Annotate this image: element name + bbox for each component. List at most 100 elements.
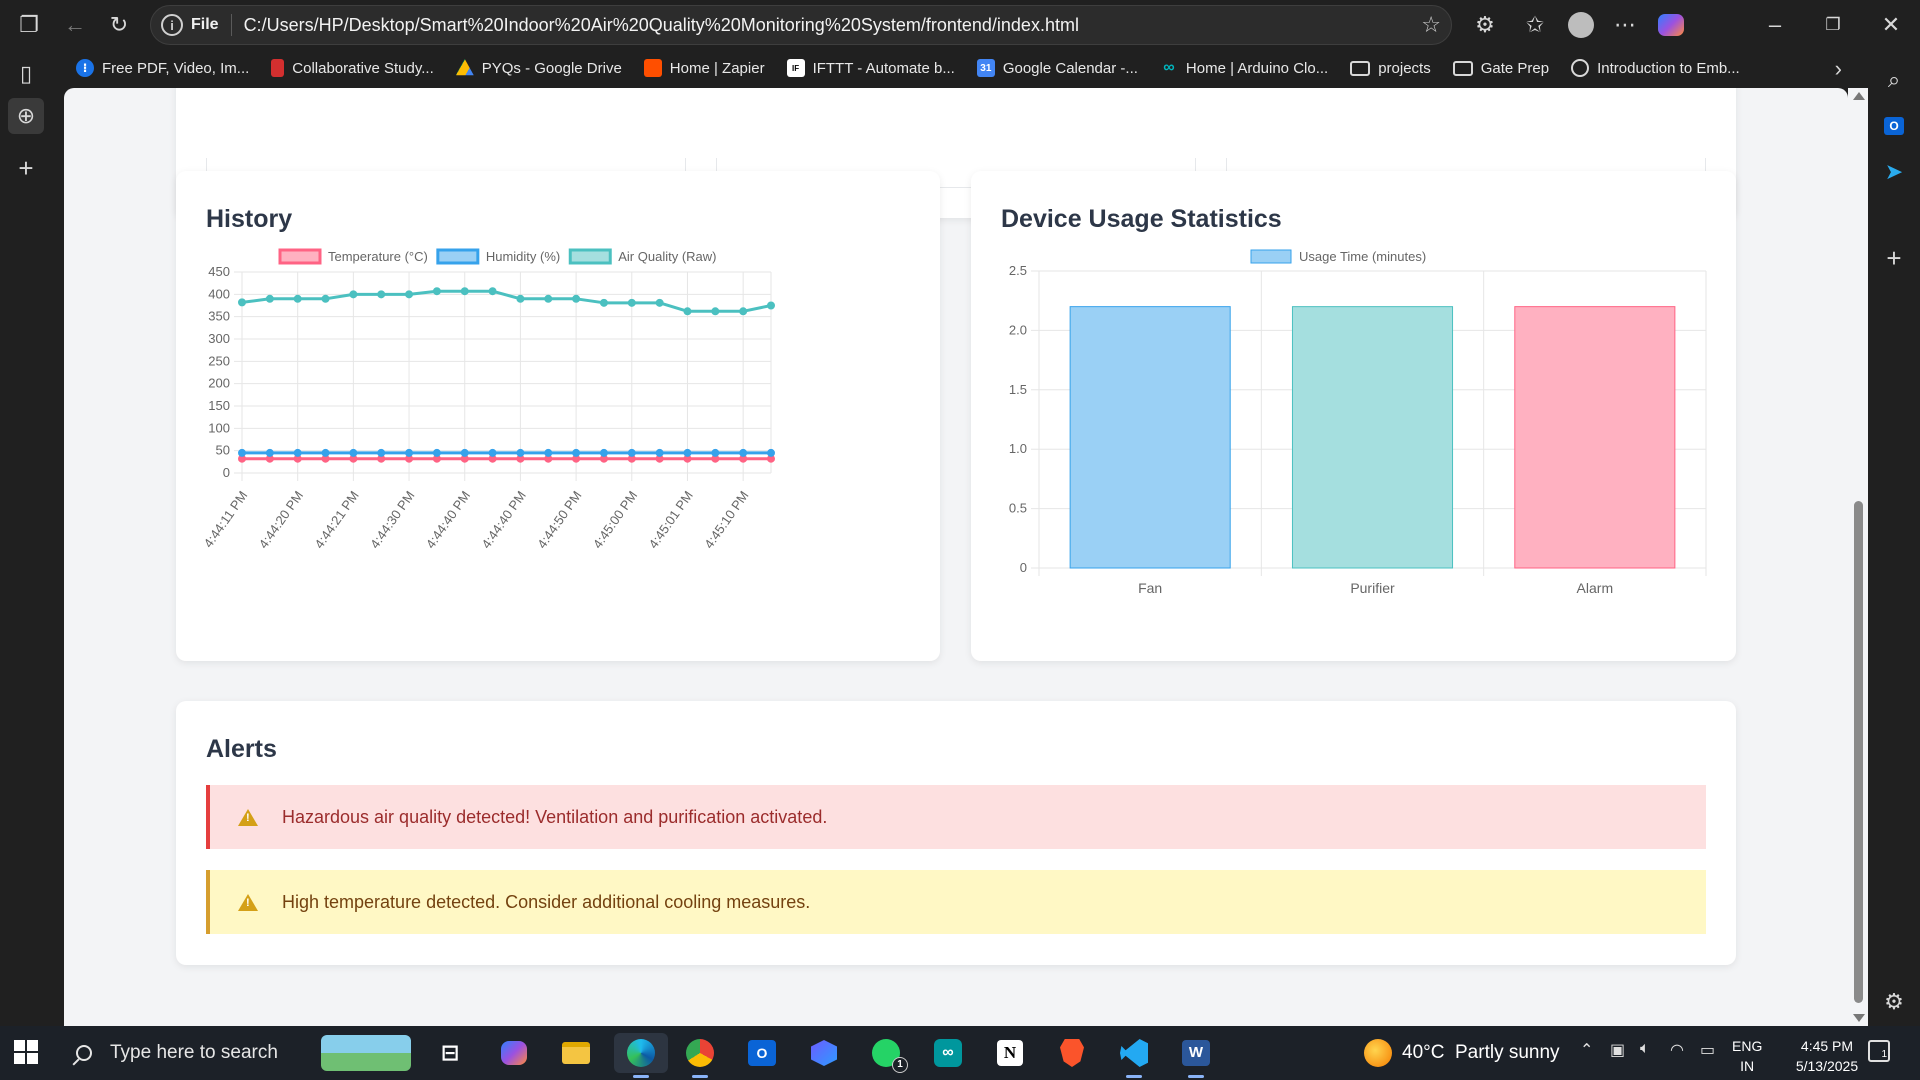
windows-start-button[interactable] [14,1040,38,1064]
bookmark-free-pdf[interactable]: ⁝ Free PDF, Video, Im... [76,59,249,77]
scroll-down-arrow-icon[interactable] [1853,1014,1865,1022]
address-bar[interactable]: i File C:/Users/HP/Desktop/Smart%20Indoo… [150,5,1452,45]
notion-icon[interactable]: N [990,1033,1030,1073]
new-tab-plus-icon[interactable]: + [8,150,44,186]
data-point [460,448,469,457]
alert-hazardous-air: Hazardous air quality detected! Ventilat… [206,785,1706,849]
bookmark-ifttt[interactable]: IF IFTTT - Automate b... [786,59,955,77]
data-point [488,448,497,457]
globe-icon [1571,59,1590,77]
file-explorer-icon[interactable] [556,1033,596,1073]
bookmark-folder-gate-prep[interactable]: Gate Prep [1452,60,1549,77]
page-scrollbar[interactable] [1848,88,1868,1026]
workspaces-icon[interactable]: ❐ [10,6,48,44]
bookmarks-bar: ⁝ Free PDF, Video, Im... Collaborative St… [52,50,1868,86]
legend-item-2: Air Quality (Raw) [568,248,717,265]
notification-center-icon[interactable]: 1 [1868,1040,1890,1062]
data-point [265,448,274,457]
power-automate-icon[interactable] [804,1033,844,1073]
task-view-icon[interactable]: ⊟ [430,1033,470,1073]
site-info-icon[interactable]: i [161,14,183,36]
data-point [572,294,581,303]
data-point [432,448,441,457]
language-indicator[interactable]: ENG IN [1732,1036,1762,1076]
outlook-icon[interactable]: O [1876,108,1912,144]
bookmark-folder-projects[interactable]: projects [1350,60,1431,77]
extensions-icon[interactable]: ⚙ [1466,6,1504,44]
search-highlight-icon[interactable] [318,1033,414,1073]
bookmark-google-calendar[interactable]: 31 Google Calendar -... [976,59,1138,77]
arduino-icon: ∞ [1163,59,1175,76]
calendar-icon: 31 [976,59,995,77]
sidebar-add-icon[interactable]: + [1876,240,1912,276]
data-point [405,448,414,457]
y-tick-label: 50 [216,443,230,458]
wifi-icon[interactable]: ◠ [1670,1040,1684,1060]
y-tick-label: 0 [1020,560,1027,575]
data-point [293,448,302,457]
taskbar-search-placeholder: Type here to search [110,1042,278,1063]
legend-item-0: Usage Time (minutes) [1250,249,1426,264]
telegram-icon[interactable]: ➤ [1876,154,1912,190]
bookmarks-overflow-chevron-icon[interactable]: › [1835,56,1842,82]
volume-icon[interactable]: 🔈︎ [1640,1040,1650,1058]
bookmark-intro-embedded[interactable]: Introduction to Emb... [1571,59,1740,77]
taskbar-clock[interactable]: 4:45 PM 5/13/2025 [1772,1036,1882,1076]
restore-button[interactable]: ❐ [1814,6,1852,44]
legend-label: Usage Time (minutes) [1299,249,1426,264]
bookmark-pyqs-drive[interactable]: PYQs - Google Drive [455,59,622,77]
brave-icon[interactable] [1052,1033,1092,1073]
address-url[interactable]: C:/Users/HP/Desktop/Smart%20Indoor%20Air… [244,15,1079,36]
legend-swatch [1250,249,1292,264]
data-point [377,448,386,457]
bookmark-collaborative-study[interactable]: Collaborative Study... [271,59,434,77]
x-tick-label: 4:45:10 PM [701,488,751,551]
edge-taskbar-icon[interactable] [614,1033,668,1078]
sidebar-search-icon[interactable]: ⌕ [1876,62,1912,98]
sidebar-settings-gear-icon[interactable]: ⚙ [1876,984,1912,1020]
scroll-up-arrow-icon[interactable] [1853,92,1865,100]
y-tick-label: 400 [208,286,230,301]
favorites-icon[interactable]: ✩ [1516,6,1554,44]
data-point [238,448,246,457]
outlook-taskbar-icon[interactable]: O [742,1033,782,1073]
history-line-chart[interactable]: Temperature (°C) Humidity (%) Air Quality … [176,171,940,661]
whatsapp-icon[interactable]: 1 [866,1033,908,1073]
data-point [321,294,330,303]
tab-globe-icon[interactable]: ⊕ [8,98,44,134]
minimize-button[interactable]: – [1756,6,1794,44]
bookmark-arduino-cloud[interactable]: ∞ Home | Arduino Clo... [1160,59,1328,77]
more-menu-icon[interactable]: ⋯ [1606,6,1644,44]
word-icon[interactable]: W [1176,1033,1216,1078]
close-button[interactable]: ✕ [1872,6,1910,44]
whatsapp-badge: 1 [892,1057,908,1073]
back-button[interactable]: ← [56,6,94,44]
arduino-ide-icon[interactable]: ∞ [928,1033,968,1073]
weather-widget[interactable]: 40°C Partly sunny [1364,1026,1560,1080]
address-divider [230,14,232,36]
copilot-icon[interactable] [1652,6,1690,44]
battery-icon[interactable]: ▭ [1700,1040,1715,1060]
data-point [599,298,608,307]
data-point [655,448,664,457]
bookmark-zapier[interactable]: Home | Zapier [643,59,765,77]
tray-chevron-up-icon[interactable]: ⌃ [1580,1040,1593,1060]
profile-avatar[interactable] [1562,6,1600,44]
scrollbar-thumb[interactable] [1854,501,1863,1003]
x-tick-label: 4:44:21 PM [311,488,361,551]
vscode-icon[interactable] [1114,1033,1154,1078]
favorite-star-icon[interactable]: ☆ [1421,12,1441,38]
meet-now-icon[interactable]: ▣ [1610,1040,1625,1060]
weather-sun-icon [1364,1039,1392,1067]
y-tick-label: 350 [208,309,230,324]
refresh-button[interactable]: ↻ [100,6,138,44]
bar-alarm [1514,306,1676,569]
chrome-taskbar-icon[interactable] [680,1033,720,1078]
y-tick-label: 1.0 [1009,441,1027,456]
clock-date: 5/13/2025 [1795,1058,1859,1074]
copilot-taskbar-icon[interactable] [494,1033,534,1073]
y-tick-label: 200 [208,376,230,391]
sidebar-toggle-icon[interactable]: ▯ [8,56,44,92]
device-usage-bar-chart[interactable]: Usage Time (minutes) 0 0.5 1.0 1.5 2.0 2.5 Fan P… [971,171,1736,661]
data-point [544,448,553,457]
